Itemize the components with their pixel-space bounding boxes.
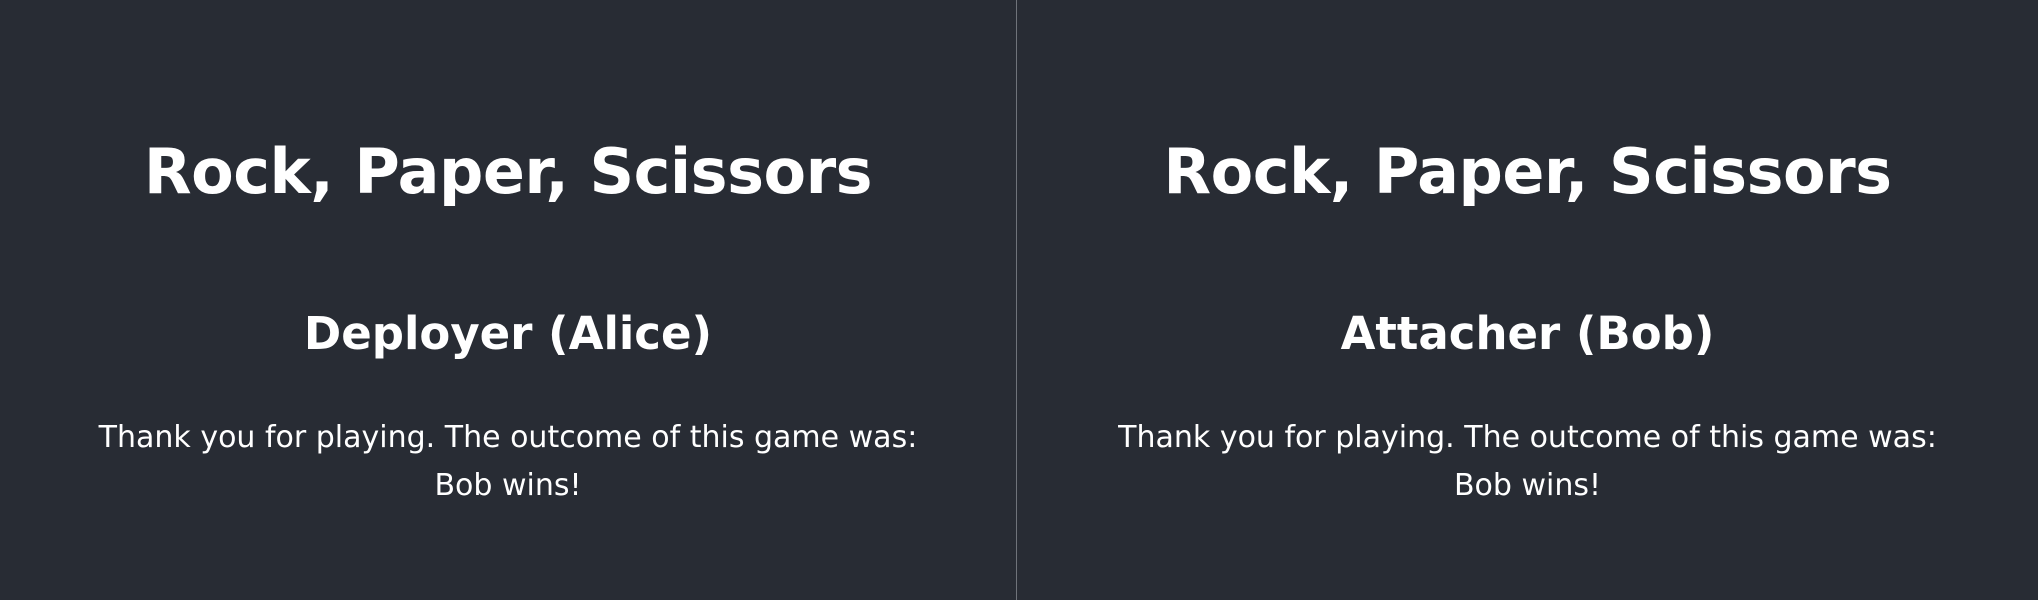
player-role-heading: Deployer (Alice) (303, 307, 713, 360)
game-title: Rock, Paper, Scissors (1163, 135, 1892, 208)
outcome-intro-text: Thank you for playing. The outcome of th… (1118, 420, 1937, 455)
attacher-pane: Rock, Paper, Scissors Attacher (Bob) Tha… (1017, 0, 2038, 600)
player-role-heading: Attacher (Bob) (1340, 307, 1715, 360)
outcome-result-text: Bob wins! (434, 468, 582, 503)
deployer-pane: Rock, Paper, Scissors Deployer (Alice) T… (0, 0, 1016, 600)
split-view: Rock, Paper, Scissors Deployer (Alice) T… (0, 0, 2038, 600)
outcome-intro-text: Thank you for playing. The outcome of th… (98, 420, 918, 455)
game-outcome-message: Thank you for playing. The outcome of th… (1098, 414, 1958, 510)
game-outcome-message: Thank you for playing. The outcome of th… (78, 414, 938, 510)
game-title: Rock, Paper, Scissors (143, 135, 873, 208)
outcome-result-text: Bob wins! (1453, 468, 1602, 503)
